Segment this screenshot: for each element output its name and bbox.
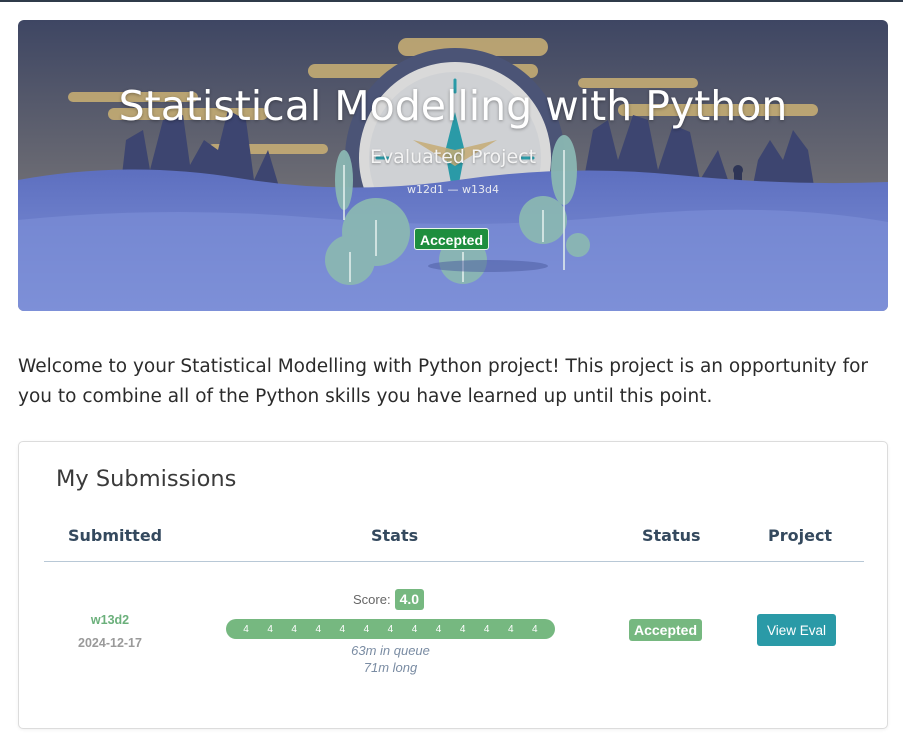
column-header-status: Status [642,526,701,545]
criterion-score: 4 [387,623,394,635]
table-header-divider [44,561,864,562]
column-header-submitted: Submitted [68,526,163,545]
criterion-score: 4 [339,623,346,635]
criterion-score: 4 [243,623,249,635]
evaluation-duration: 71m long [363,660,418,675]
column-header-project: Project [768,526,833,545]
submission-week: w13d2 [90,613,130,627]
score-display: Score: 4.0 [353,588,425,610]
column-header-stats: Stats [371,526,419,545]
score-label: Score: [353,591,391,607]
project-status-badge: Accepted [414,228,490,250]
criterion-score: 4 [315,623,321,635]
submission-date: 2024-12-17 [78,636,142,650]
top-border [0,0,903,2]
project-banner: Statistical Modelling with Python Evalua… [18,20,888,311]
view-eval-button[interactable]: View Eval [757,614,836,646]
criterion-score: 4 [532,623,538,635]
project-intro: Welcome to your Statistical Modelling wi… [18,356,869,407]
week-range: w12d1 — w13d4 [407,183,499,196]
submissions-card: My Submissions Submitted Stats Status Pr… [18,441,888,729]
criterion-score: 4 [435,623,442,635]
criterion-score: 4 [291,623,297,635]
criterion-score: 4 [267,623,273,635]
queue-time: 63m in queue [351,643,430,658]
submission-status-badge: Accepted [629,619,703,641]
submissions-title: My Submissions [56,466,237,492]
project-title: Statistical Modelling with Python [118,82,788,130]
criteria-scores-bar: 4 4 4 4 4 4 4 4 4 4 4 4 4 [226,619,555,639]
project-type: Evaluated Project [369,146,537,168]
score-value: 4.0 [394,588,425,610]
criterion-score: 4 [411,623,418,635]
criterion-score: 4 [363,623,370,635]
criterion-score: 4 [483,623,490,635]
criterion-score: 4 [459,623,466,635]
criterion-score: 4 [507,623,514,635]
